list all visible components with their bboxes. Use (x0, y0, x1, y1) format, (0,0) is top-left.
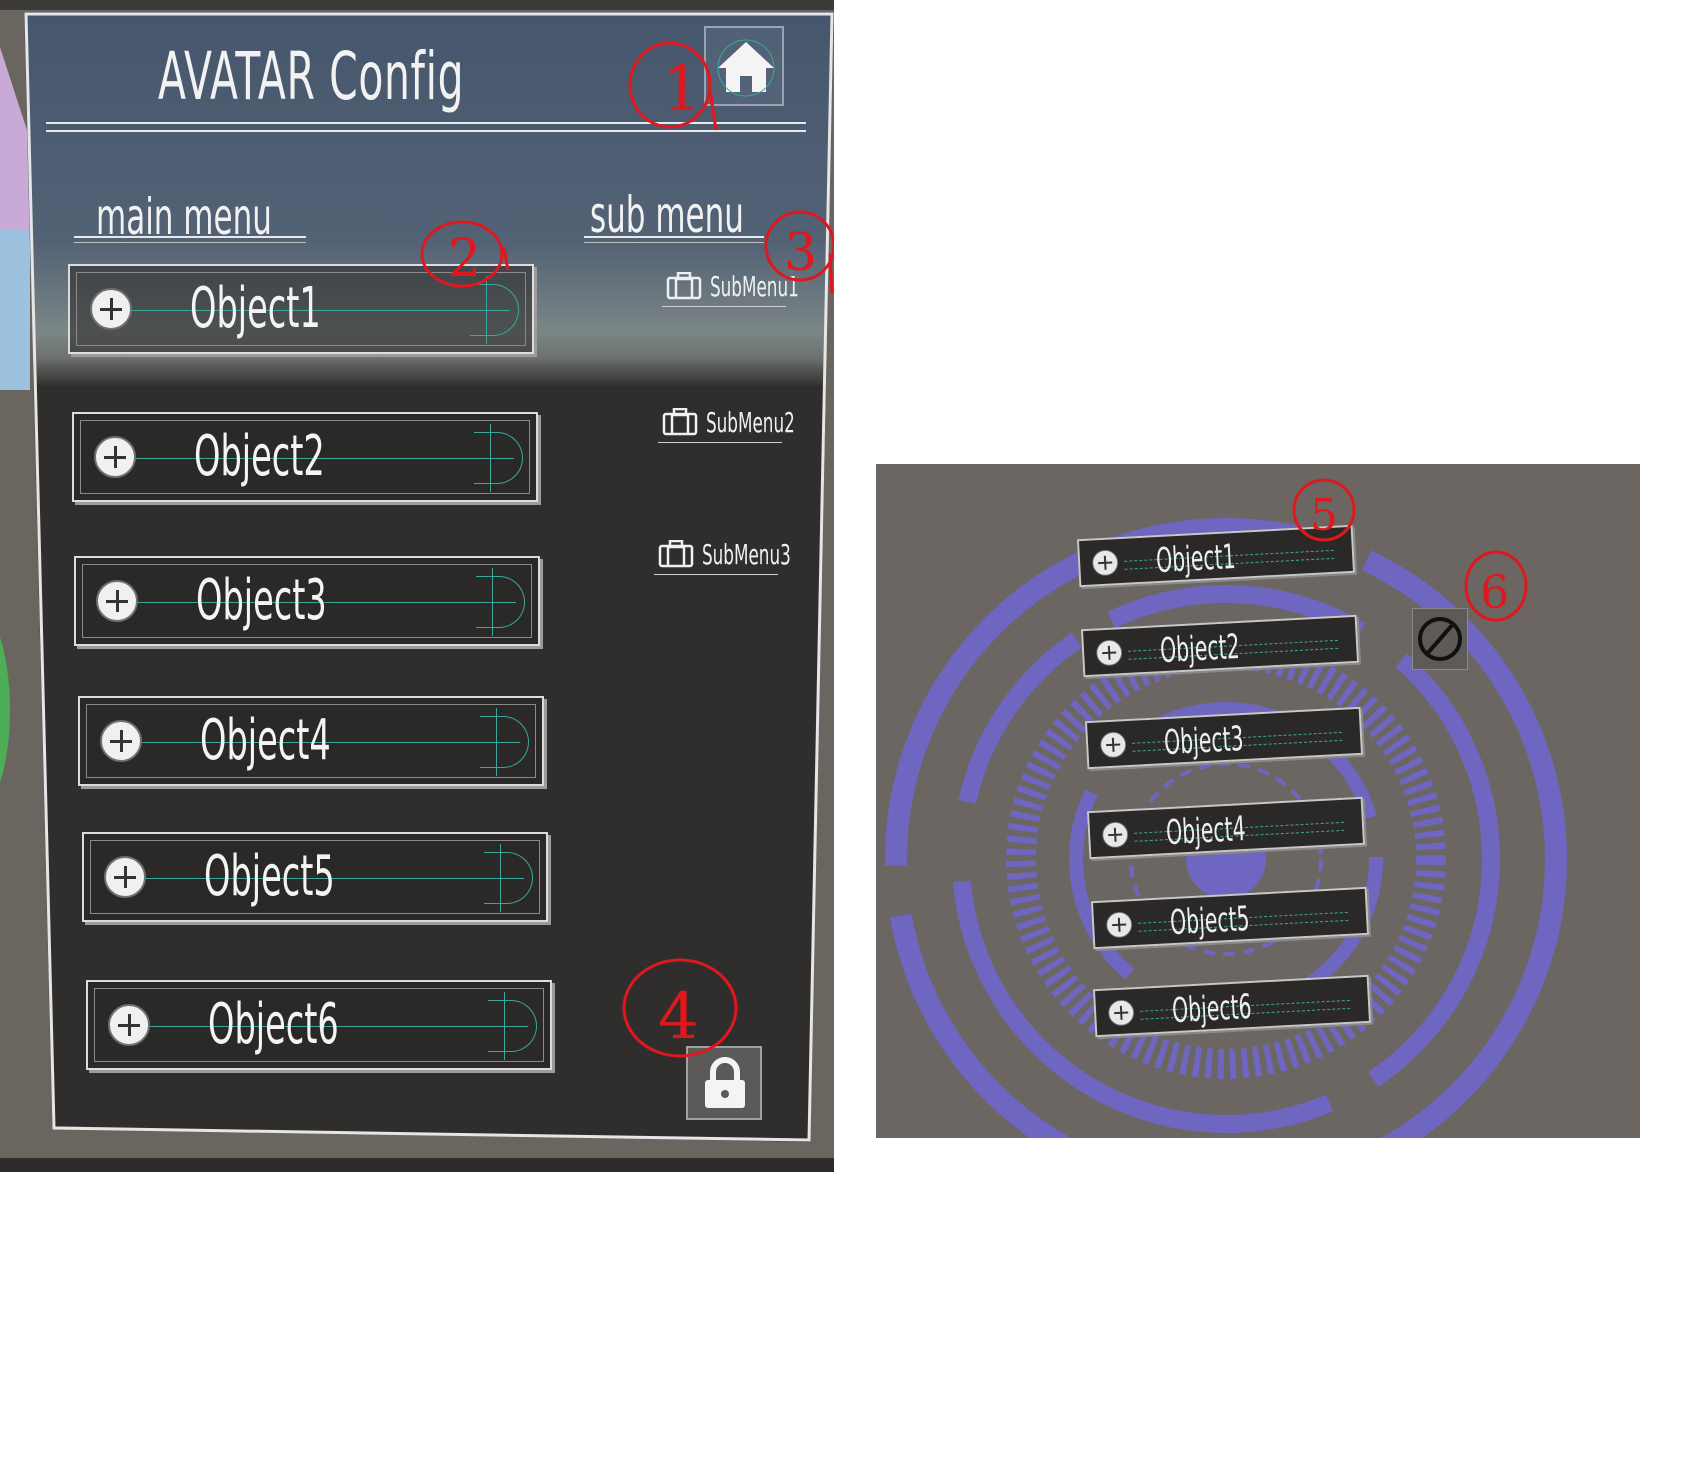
plus-circle-icon (1105, 911, 1133, 939)
object-button-5[interactable]: Object5 (82, 832, 548, 922)
object-label: Object1 (1155, 537, 1237, 582)
page-title: AVATAR Config (158, 38, 465, 115)
cancel-button[interactable] (1412, 608, 1468, 670)
window-top-strip (0, 0, 834, 10)
object-label: Object6 (208, 992, 339, 1057)
plus-circle-icon (108, 1004, 150, 1046)
main-menu-underline (74, 236, 306, 238)
object-button-4[interactable]: Object4 (78, 696, 544, 786)
plus-circle-icon (94, 436, 136, 478)
background-green-shape (0, 600, 10, 820)
briefcase-icon (662, 408, 698, 436)
object-button-3[interactable]: Object3 (74, 556, 540, 646)
sub-menu-underline (584, 236, 764, 238)
submenu-underline (658, 442, 782, 443)
main-menu-underline-secondary (74, 242, 306, 243)
scene-preview-view: Object1 Object2 Object3 Object4 Object5 … (876, 464, 1640, 1138)
object-label: Object5 (204, 844, 335, 909)
submenu-label: SubMenu2 (706, 406, 795, 439)
briefcase-icon (658, 540, 694, 568)
submenu-label: SubMenu3 (702, 538, 791, 571)
object-label: Object5 (1169, 899, 1251, 944)
plus-circle-icon (96, 580, 138, 622)
plus-circle-icon (100, 720, 142, 762)
object-label: Object2 (1159, 627, 1241, 672)
plus-circle-icon (104, 856, 146, 898)
briefcase-icon (666, 272, 702, 300)
submenu-underline (662, 306, 786, 307)
object-button-6[interactable]: Object6 (86, 980, 552, 1070)
plus-circle-icon (1095, 639, 1123, 667)
object-label: Object6 (1171, 987, 1253, 1032)
object-label: Object4 (1165, 809, 1247, 854)
window-bottom-strip (0, 1158, 834, 1172)
background-blue-shape (0, 230, 30, 390)
object-label: Object1 (190, 276, 321, 341)
plus-circle-icon (1101, 821, 1129, 849)
title-underline (46, 122, 806, 124)
object-label: Object3 (196, 568, 327, 633)
submenu-label: SubMenu1 (710, 270, 799, 303)
plus-circle-icon (1099, 731, 1127, 759)
home-button[interactable] (704, 26, 784, 106)
lock-icon (705, 1057, 745, 1108)
plus-circle-icon (90, 288, 132, 330)
title-underline-secondary (46, 130, 806, 132)
home-icon (717, 39, 775, 97)
sub-menu-underline-secondary (584, 242, 764, 243)
object-button-1[interactable]: Object1 (68, 264, 534, 354)
object-label: Object2 (194, 424, 325, 489)
object-button-2[interactable]: Object2 (72, 412, 538, 502)
object-label: Object3 (1163, 719, 1245, 764)
submenu-underline (654, 574, 778, 575)
plus-circle-icon (1091, 549, 1119, 577)
object-label: Object4 (200, 708, 331, 773)
prohibited-icon (1418, 617, 1462, 661)
avatar-config-editor-view: AVATAR Config main menu sub menu Object1… (0, 0, 834, 1172)
plus-circle-icon (1107, 999, 1135, 1027)
lock-button[interactable] (686, 1046, 762, 1120)
